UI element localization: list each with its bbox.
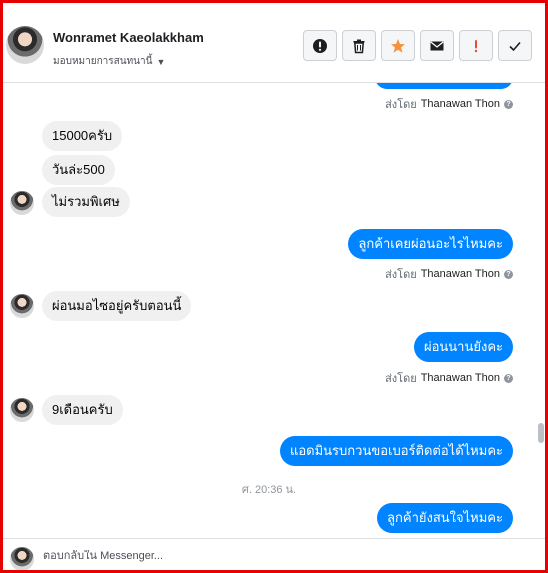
reply-input[interactable]: [43, 550, 523, 562]
help-icon[interactable]: ?: [504, 99, 513, 109]
exclamation-circle-icon: [313, 38, 327, 53]
message-bubble-outgoing-partial[interactable]: [375, 83, 513, 89]
done-button[interactable]: [498, 30, 532, 61]
envelope-icon: [430, 41, 444, 50]
exclamation-icon: [474, 39, 478, 52]
contact-avatar[interactable]: [6, 26, 44, 64]
message-list[interactable]: ส่งโดย Thanawan Thon ? 15000ครับ วันล่ะ5…: [3, 83, 535, 538]
message-scrollbar[interactable]: [536, 83, 545, 538]
delete-button[interactable]: [342, 30, 376, 61]
sent-by-label: ส่งโดย Thanawan Thon ?: [385, 265, 513, 283]
message-bubble-incoming[interactable]: ผ่อนมอไซอยู่ครับตอนนี้: [42, 291, 192, 321]
sender-avatar: [10, 191, 34, 215]
help-icon[interactable]: ?: [504, 269, 513, 279]
message-bubble-incoming[interactable]: 15000ครับ: [42, 121, 123, 151]
sent-by-label: ส่งโดย Thanawan Thon ?: [385, 95, 513, 113]
trash-icon: [353, 39, 365, 53]
messenger-window: Wonramet Kaeolakkham มอบหมายการสนทนานี้ …: [0, 0, 548, 573]
sent-by-label: ส่งโดย Thanawan Thon ?: [385, 369, 513, 387]
scroll-thumb[interactable]: [538, 423, 544, 443]
star-button[interactable]: [381, 30, 415, 61]
conversation-header: Wonramet Kaeolakkham มอบหมายการสนทนานี้ …: [3, 3, 545, 83]
caret-down-icon: ▼: [156, 56, 166, 67]
header-actions: [303, 30, 532, 61]
check-icon: [509, 41, 521, 51]
follow-up-button[interactable]: [459, 30, 493, 61]
help-icon[interactable]: ?: [504, 373, 513, 383]
email-button[interactable]: [420, 30, 454, 61]
message-bubble-incoming[interactable]: ไม่รวมพิเศษ: [42, 187, 130, 217]
message-bubble-incoming[interactable]: 9เดือนครับ: [42, 395, 123, 425]
page-avatar: [10, 547, 34, 570]
star-icon: [391, 38, 405, 53]
message-timestamp: ศ. 20:36 น.: [241, 484, 297, 496]
message-bubble-outgoing[interactable]: แอดมินรบกวนขอเบอร์ติดต่อได้ไหมคะ: [279, 436, 513, 466]
assign-conversation-dropdown[interactable]: มอบหมายการสนทนานี้ ▼: [53, 54, 165, 69]
message-bubble-outgoing[interactable]: ลูกค้ายังสนใจไหมคะ: [377, 503, 513, 533]
assign-label: มอบหมายการสนทนานี้: [53, 56, 153, 67]
spam-button[interactable]: [303, 30, 337, 61]
sender-avatar: [10, 398, 34, 422]
sender-avatar: [10, 294, 34, 318]
contact-name[interactable]: Wonramet Kaeolakkham: [53, 30, 204, 45]
message-bubble-outgoing[interactable]: ผ่อนนานยังคะ: [413, 332, 513, 362]
message-bubble-outgoing[interactable]: ลูกค้าเคยผ่อนอะไรไหมคะ: [348, 229, 513, 259]
reply-composer: [3, 538, 545, 570]
message-bubble-incoming[interactable]: วันล่ะ500: [42, 155, 115, 185]
